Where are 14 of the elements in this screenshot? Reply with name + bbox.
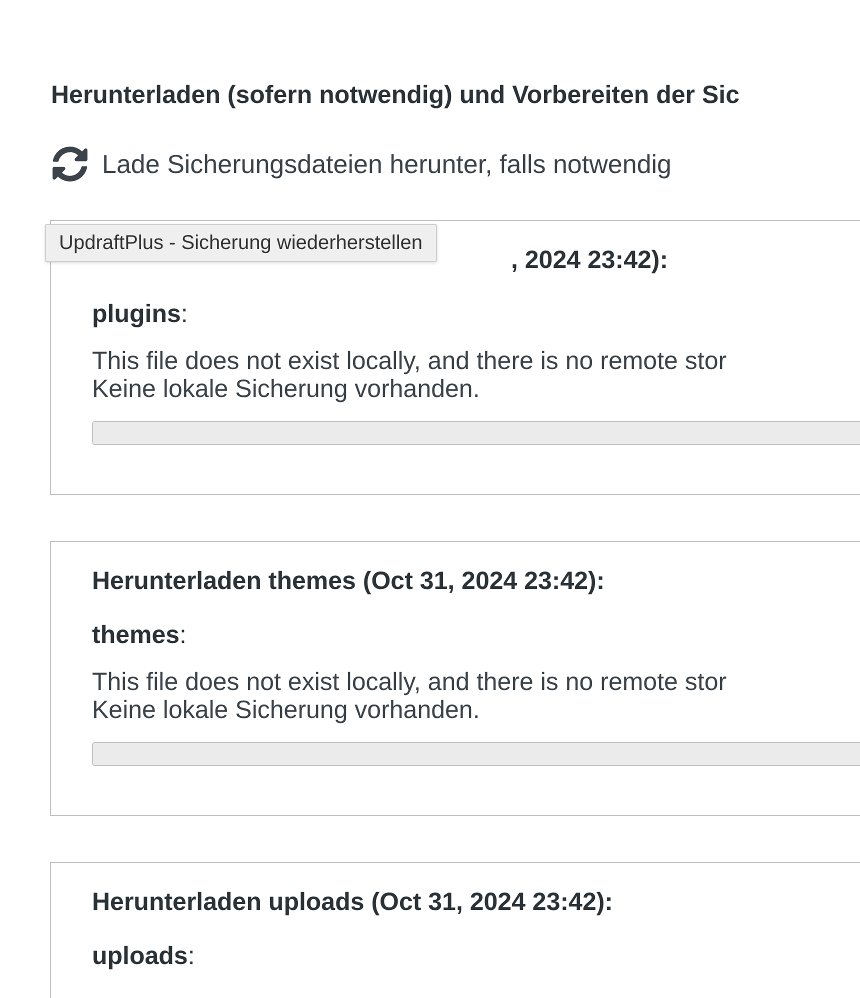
file-label: plugins: [92,299,188,330]
file-label: uploads: [92,941,195,972]
sync-icon [52,146,88,182]
card-heading: , 2024 23:42): [511,245,668,276]
status-text: Lade Sicherungsdateien herunter, falls notwendig [102,148,672,181]
note-text: Keine lokale Sicherung vorhanden. [92,696,480,724]
message-text: This file does not exist locally, and there is no remote stor [92,668,727,696]
card-heading: Herunterladen themes (Oct 31, 2024 23:42): [92,566,605,597]
note-text: Keine lokale Sicherung vorhanden. [92,375,480,403]
file-label: themes: [92,620,186,651]
section-title: Herunterladen (sofern notwendig) und Vorbereiten der Sic [50,80,740,111]
message-text: This file does not exist locally, and there is no remote stor [92,347,727,375]
tooltip: UpdraftPlus - Sicherung wiederherstellen [45,224,437,262]
card-heading: Herunterladen uploads (Oct 31, 2024 23:42): [92,887,614,918]
